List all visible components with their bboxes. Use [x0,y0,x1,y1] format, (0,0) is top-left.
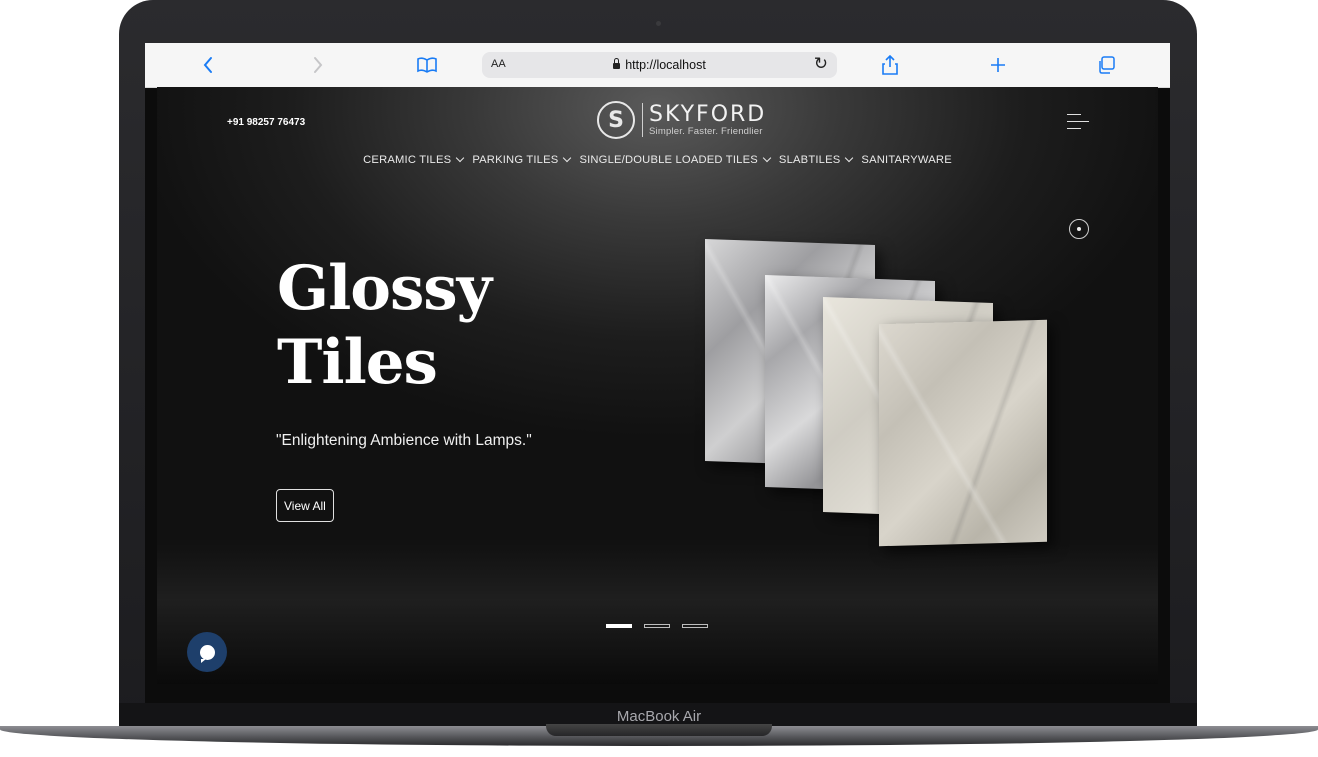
chevron-down-icon [563,153,572,163]
reload-icon[interactable]: ↻ [814,54,828,74]
share-icon[interactable] [875,43,905,87]
camera [656,21,661,26]
nav-item-sanitaryware[interactable]: SANITARYWARE [861,154,951,166]
hero-title-line1: Glossy [277,253,492,324]
nav-item-loaded-tiles[interactable]: SINGLE/DOUBLE LOADED TILES [579,153,772,166]
tile-sample [879,319,1047,547]
nav-item-slabtiles[interactable]: SLABTILES [779,153,854,166]
tiles-image [705,239,1055,557]
laptop-notch [546,724,772,736]
logo-mark-icon: S [597,101,635,139]
chevron-down-icon [762,153,772,163]
brand-tagline: Simpler. Faster. Friendlier [649,125,763,137]
website: +91 98257 76473 S SKYFORD Simpler. Faste… [157,87,1158,684]
hero-title: Glossy Tiles [277,252,577,400]
device-label: MacBook Air [616,708,702,725]
slide-indicator-3[interactable] [682,624,708,628]
chat-bubble-icon [199,644,215,663]
main-nav: CERAMIC TILES PARKING TILES SINGLE/DOUBL… [157,153,1158,166]
brand-name: SKYFORD [649,101,767,127]
hero-title-line2: Tiles [277,327,438,398]
hero-subtitle: "Enlightening Ambience with Lamps." [276,432,532,449]
laptop-base [0,724,1318,757]
lock-icon [613,58,621,69]
slide-indicator-2[interactable] [644,624,670,628]
bookmarks-icon[interactable] [412,43,442,87]
floor-shade [157,544,1158,684]
phone-number[interactable]: +91 98257 76473 [227,117,305,128]
browser-toolbar: AA http://localhost ↻ [145,43,1170,88]
slide-indicator-1[interactable] [606,624,632,628]
logo[interactable]: S SKYFORD Simpler. Faster. Friendlier [597,101,766,139]
logo-divider [642,103,643,137]
url-display: http://localhost [482,58,837,72]
slide-indicators [606,624,708,628]
view-all-button[interactable]: View All [276,489,334,522]
back-icon[interactable] [193,43,223,87]
new-tab-icon[interactable] [983,43,1013,87]
address-bar[interactable]: AA http://localhost ↻ [482,52,837,78]
tabs-overview-icon[interactable] [1091,43,1121,87]
chevron-down-icon [845,153,854,163]
forward-icon[interactable] [303,43,333,87]
chevron-down-icon [456,153,465,163]
nav-item-parking-tiles[interactable]: PARKING TILES [472,153,572,166]
logo-text: SKYFORD Simpler. Faster. Friendlier [649,101,767,137]
menu-icon[interactable] [1067,114,1091,135]
chat-button[interactable] [187,632,227,672]
scroll-dot-button[interactable] [1069,219,1089,239]
nav-item-ceramic-tiles[interactable]: CERAMIC TILES [363,153,465,166]
url-text: http://localhost [625,58,706,72]
